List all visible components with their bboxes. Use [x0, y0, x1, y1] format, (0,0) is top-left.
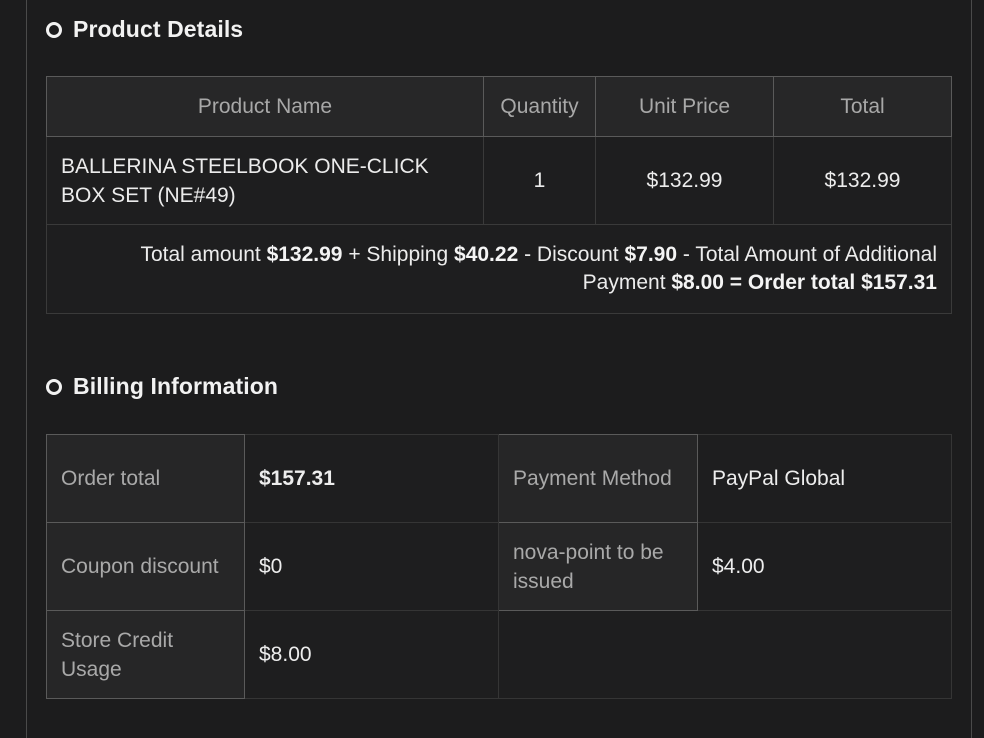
coupon-discount-label: Coupon discount — [46, 522, 245, 611]
order-total-label: Order total — [46, 434, 245, 523]
product-quantity: 1 — [483, 136, 596, 225]
table-row: Store Credit Usage $8.00 — [46, 610, 952, 699]
payment-method-value: PayPal Global — [697, 434, 952, 523]
product-table-header: Product Name Quantity Unit Price Total — [46, 76, 952, 137]
summary-order-total-label: = Order total — [729, 270, 856, 294]
store-credit-value: $8.00 — [244, 610, 499, 699]
table-row: Coupon discount $0 nova-point to be issu… — [46, 522, 952, 611]
billing-information-heading: Billing Information — [46, 373, 278, 400]
order-total-value: $157.31 — [244, 434, 499, 523]
summary-additional: $8.00 — [671, 270, 724, 294]
summary-shipping: $40.22 — [454, 242, 519, 266]
order-summary: Total amount $132.99 + Shipping $40.22 -… — [46, 224, 952, 314]
summary-shipping-label: + Shipping — [348, 242, 449, 266]
product-details-title: Product Details — [73, 16, 244, 42]
product-total: $132.99 — [773, 136, 952, 225]
billing-table: Order total $157.31 Payment Method PayPa… — [46, 434, 952, 699]
col-unit-price: Unit Price — [595, 76, 774, 137]
product-table: Product Name Quantity Unit Price Total B… — [46, 76, 952, 314]
coupon-discount-value: $0 — [244, 522, 499, 611]
empty-cell — [498, 610, 952, 699]
col-total: Total — [773, 76, 952, 137]
table-row: Order total $157.31 Payment Method PayPa… — [46, 434, 952, 523]
product-name: BALLERINA STEELBOOK ONE-CLICK BOX SET (N… — [46, 136, 484, 225]
summary-total-amount: $132.99 — [266, 242, 343, 266]
billing-information-title: Billing Information — [73, 373, 279, 399]
nova-point-value: $4.00 — [697, 522, 952, 611]
col-quantity: Quantity — [483, 76, 596, 137]
payment-method-label: Payment Method — [498, 434, 698, 523]
col-product-name: Product Name — [46, 76, 484, 137]
nova-point-label: nova-point to be issued — [498, 522, 698, 611]
summary-discount-label: - Discount — [524, 242, 619, 266]
product-details-heading: Product Details — [46, 16, 243, 43]
order-summary-row: Total amount $132.99 + Shipping $40.22 -… — [46, 224, 952, 314]
summary-total-amount-label: Total amount — [140, 242, 261, 266]
summary-order-total: $157.31 — [861, 270, 937, 294]
bullet-icon — [46, 378, 62, 395]
store-credit-label: Store Credit Usage — [46, 610, 245, 699]
summary-discount: $7.90 — [624, 242, 678, 266]
bullet-icon — [46, 21, 62, 38]
product-unit-price: $132.99 — [595, 136, 774, 225]
table-row: BALLERINA STEELBOOK ONE-CLICK BOX SET (N… — [46, 136, 952, 225]
